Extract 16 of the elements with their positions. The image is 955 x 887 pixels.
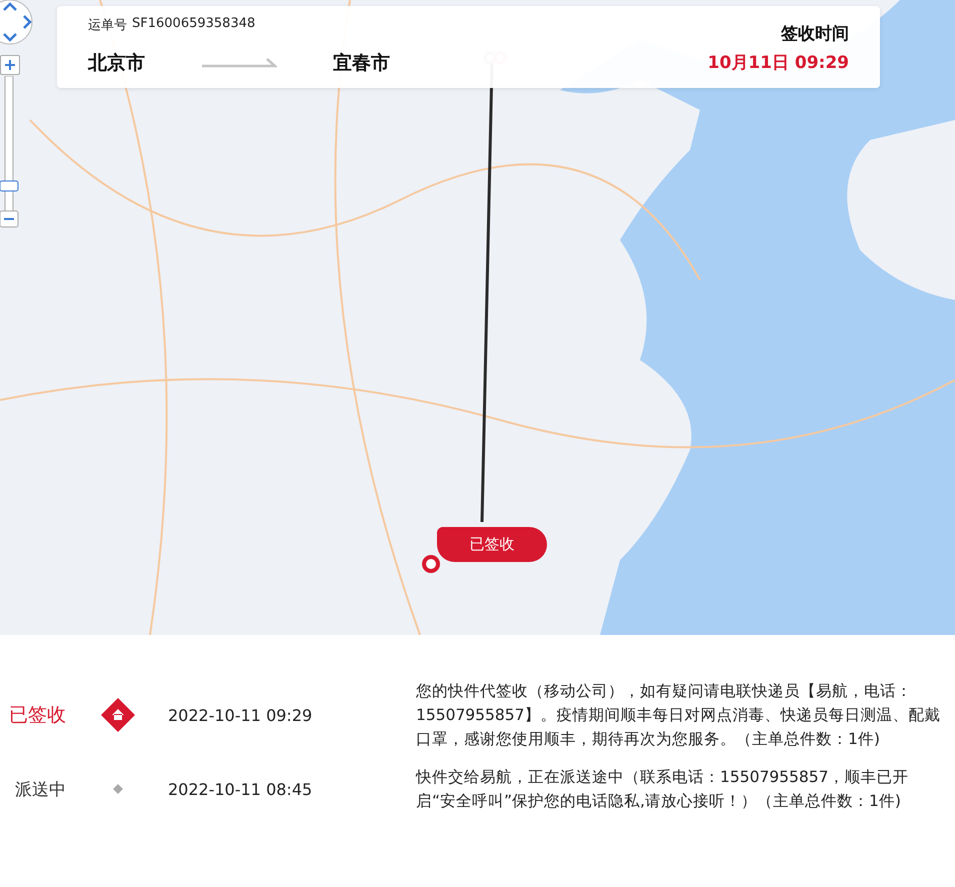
status-badge: 已签收 <box>437 527 547 562</box>
sign-time-value: 10月11日 09:29 <box>708 52 849 74</box>
event-time: 2022-10-11 08:45 <box>167 780 314 798</box>
event-time: 2022-10-11 09:29 <box>167 706 314 724</box>
event-description: 快件交给易航，正在派送途中（联系电话：15507955857，顺丰已开启“安全呼叫”保护您的电话隐私,请放心接听！）（主单总件数：1件) <box>416 767 910 812</box>
destination-pin-icon <box>421 554 441 574</box>
status-label: 已签收 <box>8 703 67 728</box>
destination-city: 宜春市 <box>333 51 390 76</box>
origin-city: 北京市 <box>88 51 145 76</box>
event-description: 您的快件代签收（移动公司），如有疑问请电联快递员【易航，电话：15507955857】。疫情期间顺丰每日对网点消毒、快递员每日测温、配戴口罩，感谢您使用顺丰，期待再次为您服务。（主单总件数：1件) <box>416 681 942 750</box>
waybill-number: SF1600659358348 <box>132 16 256 33</box>
zoom-in-icon[interactable] <box>0 55 20 75</box>
zoom-slider-icon[interactable] <box>0 76 20 228</box>
status-label: 派送中 <box>14 778 67 800</box>
sign-time-label: 签收时间 <box>781 23 849 45</box>
waybill-label: 运单号 <box>88 17 127 34</box>
